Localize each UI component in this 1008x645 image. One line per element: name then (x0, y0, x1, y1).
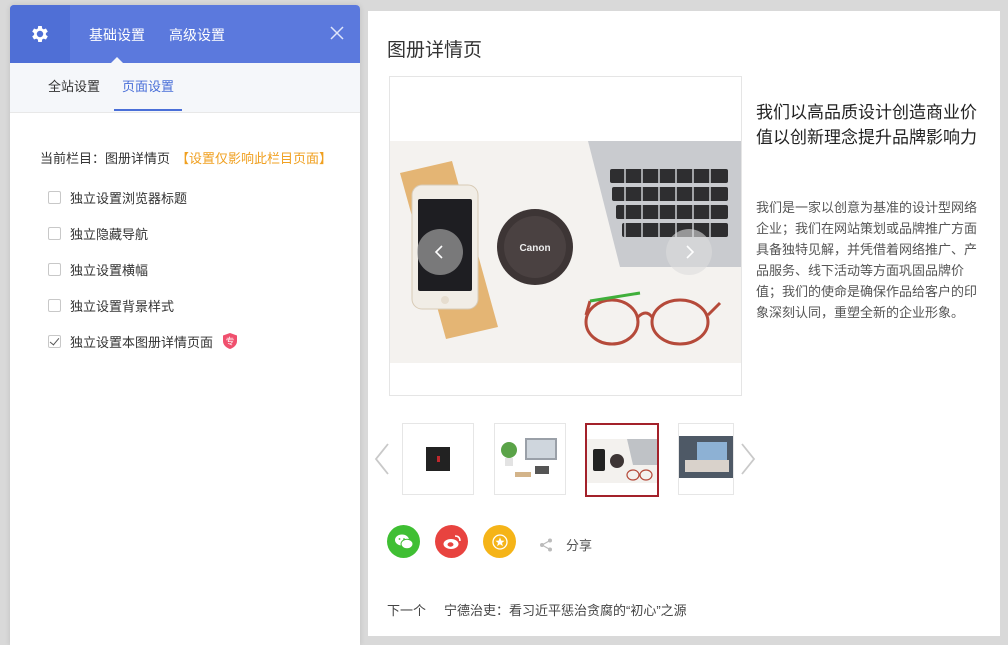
next-article-link[interactable]: 宁德治吏：看习近平惩治贪腐的“初心”之源 (444, 603, 687, 618)
gear-icon[interactable] (10, 5, 70, 63)
current-column: 当前栏目：图册详情页 【设置仅影响此栏目页面】 (40, 148, 332, 167)
next-label: 下一个 (387, 603, 427, 618)
option-hide-nav[interactable]: 独立隐藏导航 (48, 224, 148, 242)
thumbnail-3-active[interactable] (585, 423, 659, 497)
wechat-share-icon[interactable] (387, 525, 420, 558)
lens-cap-label: Canon (519, 243, 550, 254)
tab-advanced-settings[interactable]: 高级设置 (169, 5, 225, 63)
next-article: 下一个 宁德治吏：看习近平惩治贪腐的“初心”之源 (387, 600, 687, 619)
current-column-label: 当前栏目：图册详情页 (40, 151, 171, 166)
option-label: 独立设置横幅 (70, 262, 149, 278)
option-label: 独立设置背景样式 (70, 298, 175, 314)
pro-badge-icon: 专 (221, 332, 239, 350)
share-link[interactable]: 分享 (538, 535, 592, 554)
checkbox[interactable] (48, 226, 61, 240)
sub-tab-site-settings[interactable]: 全站设置 (48, 63, 100, 111)
panel-header: 基础设置 高级设置 (10, 5, 360, 63)
share-label: 分享 (566, 538, 593, 553)
page-title: 图册详情页 (387, 40, 483, 61)
option-banner[interactable]: 独立设置横幅 (48, 260, 148, 278)
checkbox[interactable] (48, 298, 61, 312)
option-label: 独立设置本图册详情页面 (70, 334, 214, 350)
tab-basic-settings[interactable]: 基础设置 (89, 5, 145, 63)
checkbox-checked[interactable] (48, 334, 61, 348)
option-label: 独立隐藏导航 (70, 226, 149, 242)
thumbnail-2[interactable] (494, 423, 566, 495)
close-icon[interactable] (328, 24, 346, 42)
prev-image-button[interactable] (417, 229, 463, 275)
settings-panel: 基础设置 高级设置 全站设置 页面设置 当前栏目：图册详情页 【设置仅影响此栏目页… (10, 5, 360, 645)
album-description: 我们是一家以创意为基准的设计型网络企业；我们在网站策划或品牌推广方面具备独特见解… (756, 200, 978, 320)
main-image[interactable]: Canon (389, 76, 742, 396)
thumbnail-4[interactable] (678, 423, 734, 495)
thumb-prev-chevron-icon[interactable] (372, 441, 392, 477)
album-preview: 图册详情页 Canon 我们以高品质设计创造商业价值以创新理念提升品牌影响力 我… (368, 11, 1000, 636)
sub-tab-page-settings[interactable]: 页面设置 (114, 63, 183, 111)
svg-text:专: 专 (226, 336, 235, 348)
next-image-button[interactable] (666, 229, 712, 275)
checkbox[interactable] (48, 190, 61, 204)
checkbox[interactable] (48, 262, 61, 276)
thumb-next-chevron-icon[interactable] (738, 441, 758, 477)
weibo-share-icon[interactable] (435, 525, 468, 558)
favorite-star-icon[interactable] (483, 525, 516, 558)
option-album-detail[interactable]: 独立设置本图册详情页面 专 (48, 332, 239, 350)
option-label: 独立设置浏览器标题 (70, 190, 188, 206)
option-background[interactable]: 独立设置背景样式 (48, 296, 174, 314)
thumbnail-1[interactable] (402, 423, 474, 495)
sub-tabs: 全站设置 页面设置 (10, 63, 360, 113)
current-column-note: 【设置仅影响此栏目页面】 (176, 151, 333, 166)
album-headline: 我们以高品质设计创造商业价值以创新理念提升品牌影响力 (756, 103, 977, 147)
share-icon (538, 537, 554, 553)
option-browser-title[interactable]: 独立设置浏览器标题 (48, 188, 187, 206)
